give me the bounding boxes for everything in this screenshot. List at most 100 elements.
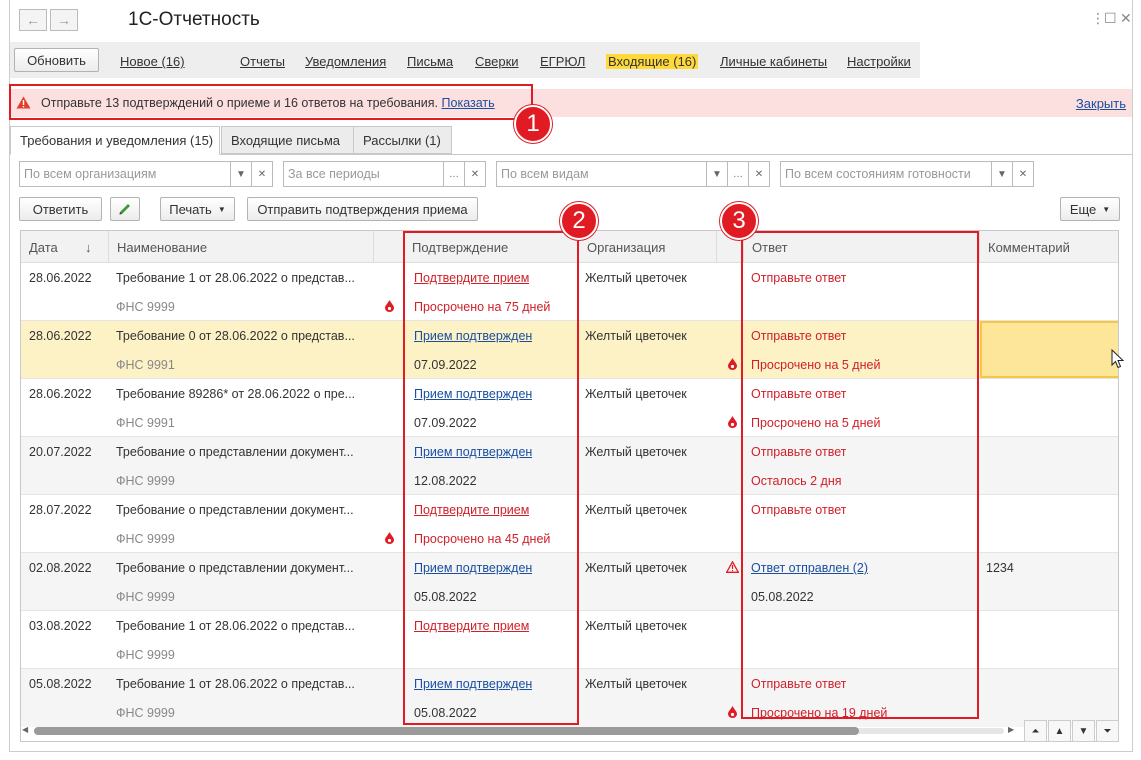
confirm-status-link[interactable]: Подтвердите прием bbox=[414, 503, 529, 517]
print-button[interactable]: Печать ▼ bbox=[160, 197, 235, 221]
filter-kind[interactable]: По всем видам ▼ … ✕ bbox=[496, 161, 770, 187]
scroll-down-button[interactable]: ▼ bbox=[1072, 720, 1095, 742]
table-row[interactable]: 28.07.2022 Требование о представлении до… bbox=[21, 495, 1118, 553]
table-row[interactable]: 03.08.2022 Требование 1 от 28.06.2022 о … bbox=[21, 611, 1118, 669]
row-name: Требование 0 от 28.06.2022 о представ... bbox=[116, 329, 355, 343]
select-icon[interactable]: … bbox=[444, 161, 465, 187]
row-date: 03.08.2022 bbox=[29, 619, 92, 633]
scroll-to-bottom-button[interactable]: ⏷ bbox=[1096, 720, 1119, 742]
confirm-status-link[interactable]: Прием подтвержден bbox=[414, 387, 532, 401]
column-comment[interactable]: Комментарий bbox=[979, 231, 1118, 263]
dropdown-icon[interactable]: ▼ bbox=[231, 161, 252, 187]
filter-period-input[interactable]: За все периоды bbox=[283, 161, 444, 187]
filter-period[interactable]: За все периоды … ✕ bbox=[283, 161, 486, 187]
row-organization: Желтый цветочек bbox=[585, 387, 687, 401]
table-row[interactable]: 02.08.2022 Требование о представлении до… bbox=[21, 553, 1118, 611]
column-answer[interactable]: Ответ bbox=[743, 231, 979, 263]
answer-status: Отправьте ответ bbox=[751, 387, 847, 401]
row-authority: ФНС 9999 bbox=[116, 706, 175, 720]
confirm-status-link[interactable]: Подтвердите прием bbox=[414, 619, 529, 633]
menu-new[interactable]: Новое (16) bbox=[120, 54, 185, 69]
clear-icon[interactable]: ✕ bbox=[749, 161, 770, 187]
pencil-icon bbox=[119, 204, 130, 215]
table-row-selected[interactable]: 28.06.2022 Требование 0 от 28.06.2022 о … bbox=[21, 321, 1118, 379]
row-date: 28.07.2022 bbox=[29, 503, 92, 517]
answer-status: Отправьте ответ bbox=[751, 503, 847, 517]
select-icon[interactable]: … bbox=[728, 161, 749, 187]
tab-incoming-letters[interactable]: Входящие письма bbox=[221, 126, 354, 154]
confirm-status-link[interactable]: Подтвердите прием bbox=[414, 271, 529, 285]
column-date-label: Дата bbox=[29, 239, 58, 255]
row-date: 05.08.2022 bbox=[29, 677, 92, 691]
filter-state-input[interactable]: По всем состояниям готовности bbox=[780, 161, 992, 187]
filter-state[interactable]: По всем состояниям готовности ▼ ✕ bbox=[780, 161, 1034, 187]
horizontal-scrollbar[interactable]: ◀ ▶ bbox=[20, 723, 1020, 739]
menu-incoming[interactable]: Входящие (16) bbox=[606, 54, 699, 69]
more-button[interactable]: Еще ▼ bbox=[1060, 197, 1120, 221]
clear-icon[interactable]: ✕ bbox=[252, 161, 273, 187]
requirements-table[interactable]: Дата ↓ Наименование Подтверждение Органи… bbox=[20, 230, 1119, 742]
confirm-status-link[interactable]: Прием подтвержден bbox=[414, 677, 532, 691]
send-confirmations-button[interactable]: Отправить подтверждения приема bbox=[247, 197, 478, 221]
clear-icon[interactable]: ✕ bbox=[1013, 161, 1034, 187]
confirm-status-link[interactable]: Прием подтвержден bbox=[414, 445, 532, 459]
refresh-button[interactable]: Обновить bbox=[14, 48, 99, 72]
show-link[interactable]: Показать bbox=[442, 96, 495, 110]
scroll-left-icon[interactable]: ◀ bbox=[22, 725, 28, 734]
dropdown-icon[interactable]: ▼ bbox=[992, 161, 1013, 187]
overdue-drop-icon bbox=[728, 358, 737, 370]
row-organization: Желтый цветочек bbox=[585, 677, 687, 691]
confirm-status-link[interactable]: Прием подтвержден bbox=[414, 561, 532, 575]
close-icon[interactable]: ✕ bbox=[1120, 10, 1132, 27]
row-organization: Желтый цветочек bbox=[585, 561, 687, 575]
confirm-status-link[interactable]: Прием подтвержден bbox=[414, 329, 532, 343]
menu-reconciliations[interactable]: Сверки bbox=[475, 54, 519, 69]
scroll-to-top-button[interactable]: ⏶ bbox=[1024, 720, 1047, 742]
app-title: 1С-Отчетность bbox=[128, 9, 260, 30]
row-authority: ФНС 9991 bbox=[116, 416, 175, 430]
tab-requirements[interactable]: Требования и уведомления (15) bbox=[10, 126, 220, 155]
filter-kind-input[interactable]: По всем видам bbox=[496, 161, 707, 187]
table-row[interactable]: 20.07.2022 Требование о представлении до… bbox=[21, 437, 1118, 495]
row-date: 02.08.2022 bbox=[29, 561, 92, 575]
filter-organization-input[interactable]: По всем организациям bbox=[19, 161, 231, 187]
arrow-right-icon: → bbox=[57, 12, 71, 28]
column-confirmation[interactable]: Подтверждение bbox=[403, 231, 578, 263]
confirm-substatus: 07.09.2022 bbox=[414, 358, 477, 372]
column-name[interactable]: Наименование bbox=[108, 231, 373, 263]
scroll-up-button[interactable]: ▲ bbox=[1048, 720, 1071, 742]
menu-egrul[interactable]: ЕГРЮЛ bbox=[540, 54, 585, 69]
row-authority: ФНС 9999 bbox=[116, 648, 175, 662]
table-row[interactable]: 05.08.2022 Требование 1 от 28.06.2022 о … bbox=[21, 669, 1118, 727]
table-row[interactable]: 28.06.2022 Требование 89286* от 28.06.20… bbox=[21, 379, 1118, 437]
menu-reports[interactable]: Отчеты bbox=[240, 54, 285, 69]
maximize-icon[interactable]: ☐ bbox=[1104, 10, 1117, 27]
scroll-right-icon[interactable]: ▶ bbox=[1008, 725, 1014, 734]
forward-button[interactable]: → bbox=[50, 9, 78, 31]
close-warning-link[interactable]: Закрыть bbox=[1076, 96, 1126, 111]
confirm-substatus: 12.08.2022 bbox=[414, 474, 477, 488]
dropdown-icon[interactable]: ▼ bbox=[707, 161, 728, 187]
back-button[interactable]: ← bbox=[19, 9, 47, 31]
menu-notifications[interactable]: Уведомления bbox=[305, 54, 386, 69]
arrow-left-icon: ← bbox=[26, 12, 40, 28]
reply-button[interactable]: Ответить bbox=[19, 197, 102, 221]
answer-status-link[interactable]: Ответ отправлен (2) bbox=[751, 561, 868, 575]
menu-personal-accounts[interactable]: Личные кабинеты bbox=[720, 54, 827, 69]
tab-mailings[interactable]: Рассылки (1) bbox=[353, 126, 452, 154]
edit-button[interactable] bbox=[110, 197, 140, 221]
comment-cell-focused[interactable] bbox=[980, 321, 1118, 378]
column-date[interactable]: Дата ↓ bbox=[21, 231, 108, 263]
clear-icon[interactable]: ✕ bbox=[465, 161, 486, 187]
more-vertical-icon[interactable]: ⋮ bbox=[1091, 10, 1105, 27]
annotation-badge-2: 2 bbox=[560, 202, 598, 240]
answer-substatus: 05.08.2022 bbox=[751, 590, 814, 604]
confirm-substatus: 07.09.2022 bbox=[414, 416, 477, 430]
menu-settings[interactable]: Настройки bbox=[847, 54, 911, 69]
scroll-thumb[interactable] bbox=[34, 727, 859, 735]
column-organization[interactable]: Организация bbox=[578, 231, 716, 263]
annotation-badge-1: 1 bbox=[514, 105, 552, 143]
menu-letters[interactable]: Письма bbox=[407, 54, 453, 69]
filter-organization[interactable]: По всем организациям ▼ ✕ bbox=[19, 161, 273, 187]
table-row[interactable]: 28.06.2022 Требование 1 от 28.06.2022 о … bbox=[21, 263, 1118, 321]
